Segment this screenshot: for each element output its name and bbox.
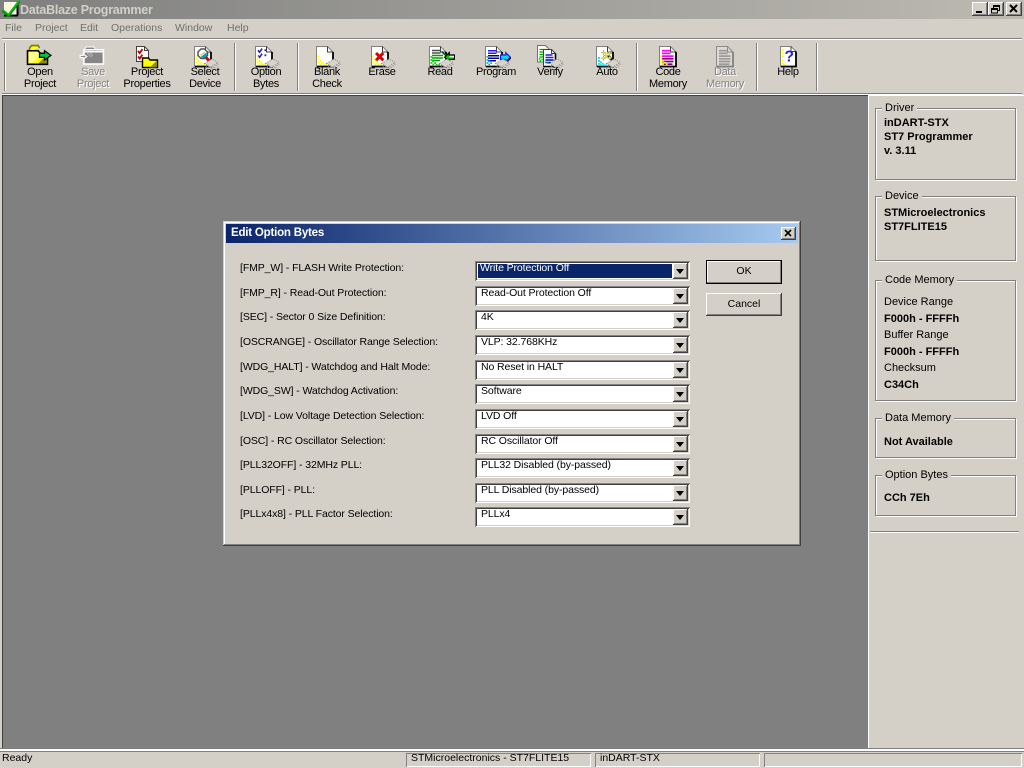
svg-text:?: ? [784, 49, 793, 66]
